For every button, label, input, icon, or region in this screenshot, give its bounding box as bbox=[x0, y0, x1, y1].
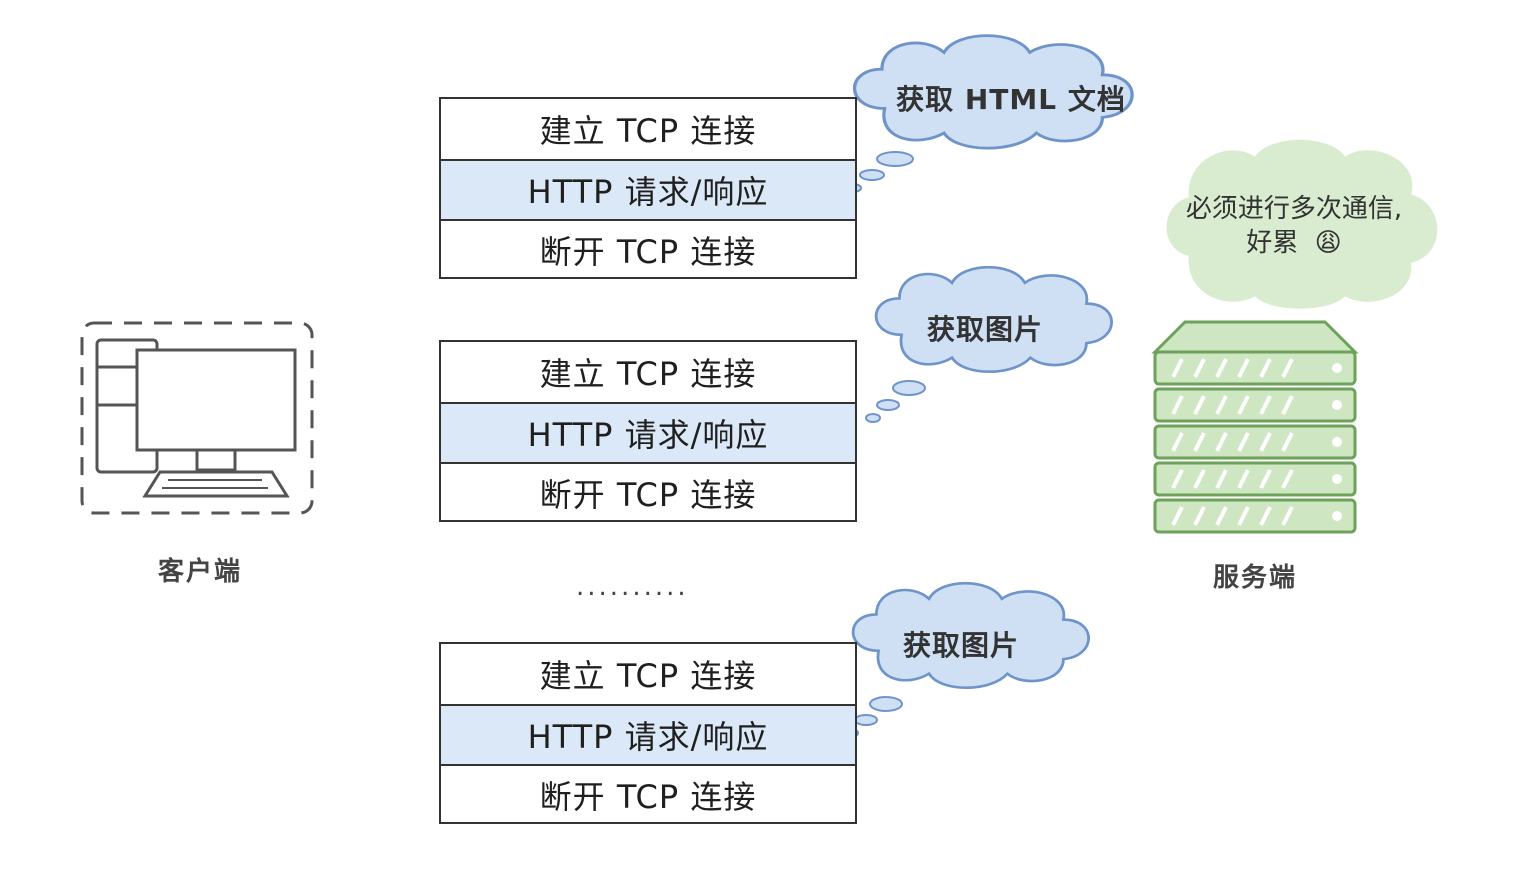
ellipsis: .......... bbox=[576, 572, 689, 602]
server-led bbox=[1332, 363, 1342, 373]
step-http-request-response: HTTP 请求/响应 bbox=[441, 159, 855, 219]
server-unit bbox=[1153, 350, 1357, 386]
tired-face-emoji-icon: 😩 bbox=[1314, 228, 1342, 258]
server-thought-line1: 必须进行多次通信, bbox=[1185, 194, 1403, 224]
connection-stack-3: 建立 TCP 连接 HTTP 请求/响应 断开 TCP 连接 bbox=[439, 642, 857, 824]
server-led bbox=[1332, 400, 1342, 410]
server-led bbox=[1332, 437, 1342, 447]
server-thought-line2-wrap: 好累 😩 bbox=[1160, 226, 1428, 260]
connection-stack-2: 建立 TCP 连接 HTTP 请求/响应 断开 TCP 连接 bbox=[439, 340, 857, 522]
step-http-request-response: HTTP 请求/响应 bbox=[441, 402, 855, 462]
thought-label-1: 获取 HTML 文档 bbox=[896, 83, 1126, 116]
server-lid bbox=[1151, 320, 1359, 354]
step-open-tcp: 建立 TCP 连接 bbox=[539, 112, 757, 150]
server-label: 服务端 bbox=[1212, 563, 1297, 593]
server-unit bbox=[1153, 387, 1357, 423]
thought-label-2: 获取图片 bbox=[926, 313, 1043, 346]
server-thought-text: 必须进行多次通信, 好累 😩 bbox=[1160, 192, 1428, 260]
thought-label-3: 获取图片 bbox=[902, 629, 1019, 662]
step-open-tcp: 建立 TCP 连接 bbox=[539, 355, 757, 393]
server-unit bbox=[1153, 461, 1357, 497]
server-led bbox=[1332, 511, 1342, 521]
connection-stack-1: 建立 TCP 连接 HTTP 请求/响应 断开 TCP 连接 bbox=[439, 97, 857, 279]
desktop-computer-icon bbox=[80, 321, 314, 515]
server-unit bbox=[1153, 424, 1357, 460]
step-http-request-response: HTTP 请求/响应 bbox=[441, 704, 855, 764]
step-open-tcp: 建立 TCP 连接 bbox=[539, 657, 757, 695]
server-unit bbox=[1153, 498, 1357, 534]
step-close-tcp: 断开 TCP 连接 bbox=[441, 764, 855, 824]
step-close-tcp: 断开 TCP 连接 bbox=[441, 462, 855, 522]
server-rack-icon bbox=[1151, 320, 1359, 534]
server-led bbox=[1332, 474, 1342, 484]
client-label: 客户端 bbox=[157, 557, 242, 587]
server-thought-line2: 好累 bbox=[1246, 228, 1299, 258]
step-close-tcp: 断开 TCP 连接 bbox=[441, 219, 855, 279]
